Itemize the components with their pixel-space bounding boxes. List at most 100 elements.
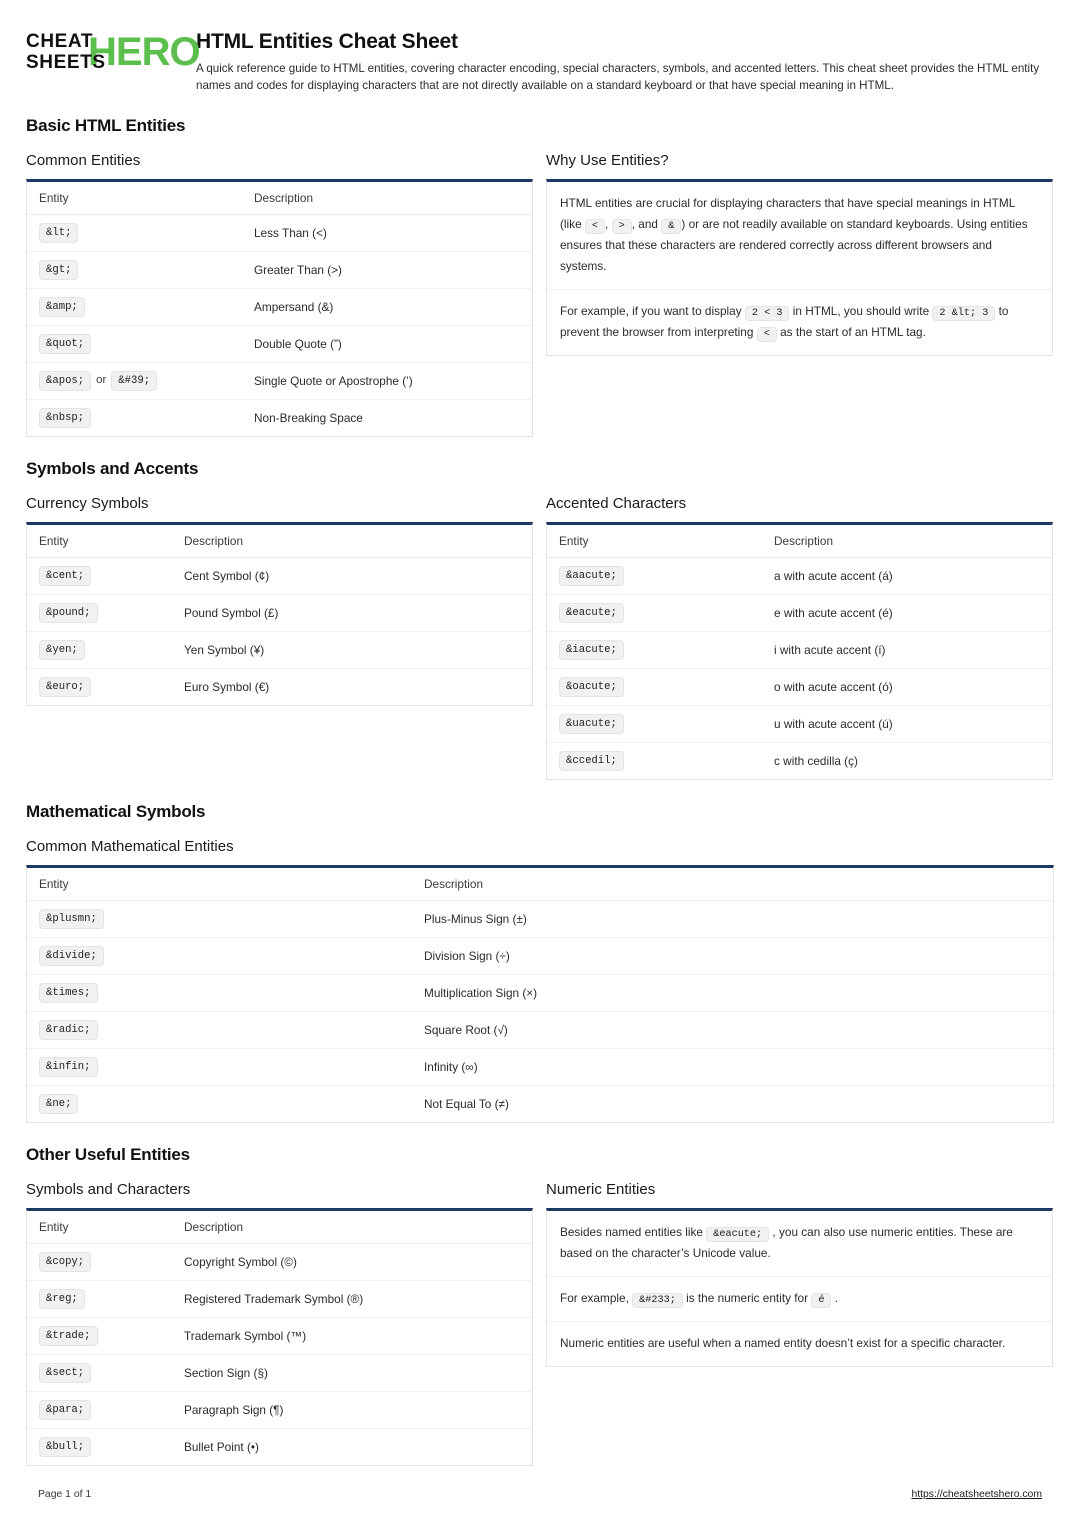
table-row: &times; Multiplication Sign (×) [27,974,1053,1012]
cell-entity: &radic; [27,1011,412,1049]
entity-code-chip: &cent; [39,566,92,586]
col-accented-characters: Accented Characters Entity Description &… [546,479,1053,780]
entity-code-chip: &copy; [39,1252,92,1272]
table-row: &yen; Yen Symbol (¥) [27,631,532,669]
cell-entity: &apos; or &#39; [27,362,242,400]
subsection-title-why-use-entities: Why Use Entities? [546,152,669,169]
inline-code-chip: &#233; [632,1293,683,1308]
cell-description: Yen Symbol (¥) [172,631,532,669]
table-row: &nbsp; Non-Breaking Space [27,400,532,437]
table-row: &infin; Infinity (∞) [27,1048,1053,1086]
inline-code-chip: > [611,219,632,234]
table-row: &bull; Bullet Point (•) [27,1429,532,1466]
entity-code-chip: &apos; [39,371,92,391]
table-row: &amp; Ampersand (&) [27,288,532,326]
table-common-math-entities: Entity Description &plusmn; Plus-Minus Si… [26,865,1054,1123]
entity-code-chip: &ne; [39,1094,79,1114]
table-body: &aacute; a with acute accent (á) &eacute; e… [547,557,1052,780]
cell-entity: &iacute; [547,631,762,669]
cell-description: o with acute accent (ó) [762,668,1052,706]
table-row: &eacute; e with acute accent (é) [547,594,1052,632]
column-header-description: Description [172,525,532,558]
table-header-row: Entity Description [27,182,532,215]
table-currency-symbols: Entity Description &cent; Cent Symbol (¢)… [26,522,533,706]
note-paragraph: Numeric entities are useful when a named… [560,1336,1006,1350]
table-row: &euro; Euro Symbol (€) [27,669,532,706]
note-paragraph: Besides named entities like &eacute; , y… [547,1211,1052,1277]
subsection-title-common-math-entities: Common Mathematical Entities [26,838,234,855]
inline-code-chip: 2 < 3 [744,306,790,321]
table-row: &ccedil; c with cedilla (ç) [547,743,1052,780]
inline-code-chip: & [661,219,682,234]
cell-description: i with acute accent (í) [762,631,1052,669]
entity-code-chip: &euro; [39,677,92,697]
entity-code-chip: &trade; [39,1326,98,1346]
subsection-title-symbols-and-characters: Symbols and Characters [26,1181,191,1198]
entity-code-chip: &ccedil; [559,751,624,771]
inline-code-chip: 2 &lt; 3 [932,306,996,321]
page-title: HTML Entities Cheat Sheet [196,30,458,53]
subsection-title-numeric-entities: Numeric Entities [546,1181,656,1198]
note-paragraph: HTML entities are crucial for displaying… [547,182,1052,290]
table-body: &cent; Cent Symbol (¢) &pound; Pound Symbol… [27,557,532,706]
cell-description: Pound Symbol (£) [172,594,532,632]
row-basic: Common Entities Entity Description &lt; L… [26,136,1054,437]
table-row: &apos; or &#39; Single Quote or Apostrophe … [27,362,532,400]
inline-code-chip: &eacute; [706,1227,770,1242]
table-row: &pound; Pound Symbol (£) [27,594,532,632]
cell-description: Multiplication Sign (×) [412,974,1053,1012]
table-body: &lt; Less Than (<) &gt; Greater Than (>) &am… [27,214,532,437]
table-header-row: Entity Description [27,1211,532,1244]
cell-entity: &gt; [27,251,242,289]
inline-code-chip: < [584,219,606,234]
cell-description: Registered Trademark Symbol (®) [172,1280,532,1318]
table-row: &reg; Registered Trademark Symbol (®) [27,1280,532,1318]
table-row: &iacute; i with acute accent (í) [547,631,1052,669]
table-row: &plusmn; Plus-Minus Sign (±) [27,900,1053,938]
cell-entity: &plusmn; [27,900,412,938]
table-row: &copy; Copyright Symbol (©) [27,1243,532,1281]
table-common-entities: Entity Description &lt; Less Than (<) &gt;… [26,179,533,437]
entity-code-chip: &eacute; [559,603,624,623]
note-paragraph: For example, if you want to display 2 < … [560,304,1009,342]
cell-description: u with acute accent (ú) [762,705,1052,743]
cell-entity: &sect; [27,1354,172,1392]
cell-description: Less Than (<) [242,214,532,252]
entity-code-chip: &times; [39,983,98,1003]
inline-code-chip: é [811,1293,832,1308]
entity-code-chip: &infin; [39,1057,98,1077]
entity-code-chip: &sect; [39,1363,92,1383]
table-row: &divide; Division Sign (÷) [27,937,1053,975]
table-header-row: Entity Description [547,525,1052,558]
entity-code-chip: &oacute; [559,677,624,697]
column-header-entity: Entity [547,525,762,558]
cell-entity: &uacute; [547,705,762,743]
cell-entity: &cent; [27,557,172,595]
table-row: &lt; Less Than (<) [27,214,532,252]
page-footer: Page 1 of 1 https://cheatsheetshero.com [0,1489,1080,1500]
entity-code-chip: &yen; [39,640,85,660]
cell-entity: &nbsp; [27,400,242,437]
column-header-entity: Entity [27,525,172,558]
subsection-title-currency-symbols: Currency Symbols [26,495,149,512]
entity-code-chip: &quot; [39,334,92,354]
row-other: Symbols and Characters Entity Descriptio… [26,1165,1054,1466]
table-body: &copy; Copyright Symbol (©) &reg; Registere… [27,1243,532,1466]
cell-description: Square Root (√) [412,1011,1053,1049]
cell-description: Euro Symbol (€) [184,680,270,694]
brand-logo-line2: SHEETS [26,52,106,73]
cell-description: Single Quote or Apostrophe (’) [242,362,532,400]
cell-description: a with acute accent (á) [762,557,1052,595]
cell-entity: &oacute; [547,668,762,706]
footer-site-link[interactable]: https://cheatsheetshero.com [911,1489,1042,1500]
col-symbols-and-characters: Symbols and Characters Entity Descriptio… [26,1165,533,1466]
table-row: &radic; Square Root (√) [27,1011,1053,1049]
entity-code-chip: &para; [39,1400,92,1420]
page-header: CHEAT SHEETS HERO HTML Entities Cheat Sh… [26,24,1054,94]
section-title-other: Other Useful Entities [26,1145,190,1164]
cell-description: Cent Symbol (¢) [172,557,532,595]
brand-logo-line1: CHEAT [26,31,94,52]
entity-code-chip: &lt; [39,223,79,243]
entity-code-chip: &pound; [39,603,98,623]
entity-code-chip: &reg; [39,1289,85,1309]
